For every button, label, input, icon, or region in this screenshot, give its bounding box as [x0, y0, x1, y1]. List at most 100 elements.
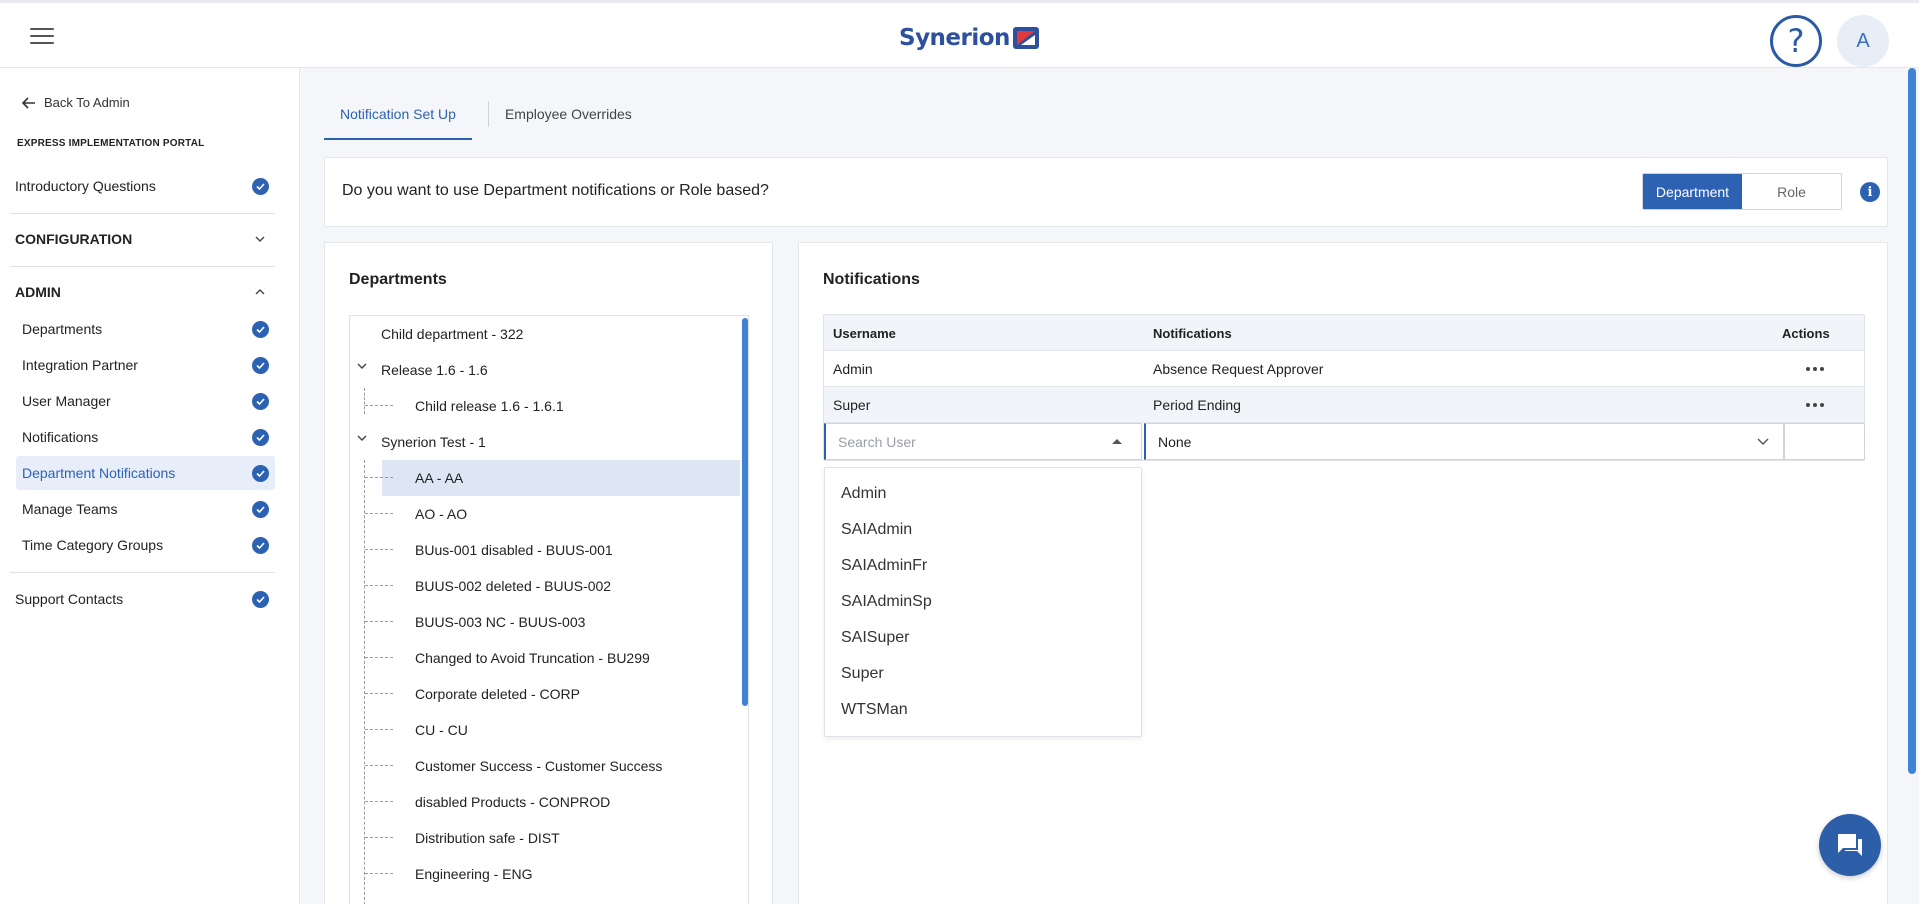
tree-node[interactable]: Customer Success - Customer Success — [350, 748, 740, 784]
tree-guide-line — [365, 693, 393, 694]
row-username: Admin — [833, 361, 873, 377]
column-header-actions: Actions — [1782, 325, 1830, 341]
tree-node-label: BUUS-003 NC - BUUS-003 — [415, 614, 586, 630]
department-option-button[interactable]: Department — [1643, 174, 1742, 209]
tree-node-label: Changed to Avoid Truncation - BU299 — [415, 650, 650, 666]
tree-node[interactable]: BUUS-003 NC - BUUS-003 — [350, 604, 740, 640]
tree-node-label: Distribution safe - DIST — [415, 830, 560, 846]
tree-node-label: AO - AO — [415, 506, 468, 522]
chevron-down-icon[interactable] — [357, 435, 367, 441]
tree-node-label: Child department - 322 — [381, 326, 524, 342]
chevron-down-icon — [255, 236, 265, 242]
chat-icon — [1838, 834, 1862, 856]
hamburger-icon[interactable] — [30, 28, 54, 46]
tab-employee-overrides[interactable]: Employee Overrides — [505, 95, 648, 140]
tree-node[interactable]: CU - CU — [350, 712, 740, 748]
sidebar-item-introductory-questions[interactable]: Introductory Questions — [10, 169, 275, 203]
check-circle-icon — [252, 428, 269, 446]
role-option-button[interactable]: Role — [1742, 174, 1841, 209]
tree-node[interactable]: Synerion Test - 1 — [350, 424, 740, 460]
user-option[interactable]: SAISuper — [825, 620, 1141, 656]
tree-guide-line — [365, 621, 393, 622]
caret-up-icon[interactable] — [1112, 439, 1122, 444]
tree-node[interactable]: Release 1.6 - 1.6 — [350, 352, 740, 388]
column-header-notifications: Notifications — [1153, 325, 1232, 341]
sidebar-item-label: Department Notifications — [22, 465, 176, 481]
tree-guide-line — [365, 657, 393, 658]
tree-node-label: Corporate deleted - CORP — [415, 686, 580, 702]
sidebar-item-time-category-groups[interactable]: Time Category Groups — [16, 528, 275, 562]
table-header-row: Username Notifications Actions — [824, 315, 1864, 351]
sidebar-divider — [10, 213, 275, 214]
tree-guide-line — [365, 585, 393, 586]
search-user-input[interactable] — [824, 423, 1142, 460]
user-option[interactable]: WTSMan — [825, 692, 1141, 728]
more-actions-icon[interactable] — [1802, 399, 1828, 411]
notifications-title: Notifications — [823, 271, 920, 288]
new-row-actions-cell — [1784, 423, 1865, 460]
user-option[interactable]: SAIAdmin — [825, 512, 1141, 548]
notifications-table: Username Notifications Actions Admin Abs… — [823, 314, 1865, 461]
sidebar-item-label: User Manager — [22, 393, 111, 409]
sidebar-item-notifications[interactable]: Notifications — [16, 420, 275, 454]
tree-node[interactable]: BUus-001 disabled - BUUS-001 — [350, 532, 740, 568]
tab-notification-set-up[interactable]: Notification Set Up — [324, 95, 472, 140]
more-actions-icon[interactable] — [1802, 363, 1828, 375]
tree-node[interactable]: Changed to Avoid Truncation - BU299 — [350, 640, 740, 676]
tree-node[interactable]: disabled Products - CONPROD — [350, 784, 740, 820]
table-row: Super Period Ending — [824, 387, 1864, 423]
check-circle-icon — [252, 392, 269, 410]
new-notification-row: None — [824, 423, 1865, 460]
sidebar-item-user-manager[interactable]: User Manager — [16, 384, 275, 418]
tree-guide-line — [365, 729, 393, 730]
tree-node-selected[interactable]: AA - AA — [350, 460, 740, 496]
notification-type-select[interactable]: None — [1144, 423, 1784, 460]
departments-title: Departments — [349, 271, 447, 288]
departments-card: Departments Child department - 322 Relea… — [324, 242, 773, 904]
back-to-admin-link[interactable]: Back To Admin — [22, 95, 130, 110]
sidebar-divider — [10, 266, 275, 267]
avatar-initial: A — [1856, 29, 1870, 52]
check-circle-icon — [252, 536, 269, 554]
sidebar-section-admin[interactable]: ADMIN — [10, 275, 275, 309]
synerion-logo[interactable]: Synerion — [899, 23, 1039, 53]
sidebar-item-manage-teams[interactable]: Manage Teams — [16, 492, 275, 526]
tree-scrollbar[interactable] — [742, 318, 748, 706]
column-header-username: Username — [833, 325, 896, 341]
user-option[interactable]: Admin — [825, 476, 1141, 512]
tree-node[interactable]: Distribution safe - DIST — [350, 820, 740, 856]
tree-node-label: Release 1.6 - 1.6 — [381, 362, 488, 378]
tree-node-label: Synerion Test - 1 — [381, 434, 486, 450]
sidebar-item-integration-partner[interactable]: Integration Partner — [16, 348, 275, 382]
tree-node[interactable]: Child department - 322 — [350, 316, 740, 352]
check-circle-icon — [252, 356, 269, 374]
sidebar-item-departments[interactable]: Departments — [16, 312, 275, 346]
tree-node[interactable]: Child release 1.6 - 1.6.1 — [350, 388, 740, 424]
notification-mode-question: Do you want to use Department notificati… — [342, 182, 769, 199]
arrow-left-icon — [22, 96, 35, 109]
tree-guide-line — [365, 549, 393, 550]
sidebar-item-department-notifications[interactable]: Department Notifications — [16, 456, 275, 490]
info-icon[interactable]: i — [1860, 182, 1880, 202]
tree-node[interactable]: Corporate deleted - CORP — [350, 676, 740, 712]
tree-node-label: AA - AA — [415, 470, 464, 486]
chevron-down-icon[interactable] — [357, 363, 367, 369]
avatar[interactable]: A — [1837, 15, 1889, 67]
page-scrollbar[interactable] — [1908, 68, 1916, 774]
help-button[interactable]: ? — [1770, 15, 1822, 67]
tree-node-label: BUUS-002 deleted - BUUS-002 — [415, 578, 612, 594]
sidebar-section-configuration[interactable]: CONFIGURATION — [10, 222, 275, 256]
tree-node[interactable]: BUUS-002 deleted - BUUS-002 — [350, 568, 740, 604]
tree-node[interactable]: AO - AO — [350, 496, 740, 532]
user-option[interactable]: Super — [825, 656, 1141, 692]
chat-button[interactable] — [1819, 814, 1881, 876]
chevron-up-icon — [255, 289, 265, 295]
user-option[interactable]: SAIAdminSp — [825, 584, 1141, 620]
user-option[interactable]: SAIAdminFr — [825, 548, 1141, 584]
sidebar-item-support-contacts[interactable]: Support Contacts — [10, 582, 275, 616]
portal-label: EXPRESS IMPLEMENTATION PORTAL — [17, 138, 205, 149]
sidebar-item-label: Departments — [22, 321, 103, 337]
select-value: None — [1158, 433, 1192, 450]
tree-node[interactable]: Engineering - ENG — [350, 856, 740, 892]
tree-guide-line — [365, 873, 393, 874]
